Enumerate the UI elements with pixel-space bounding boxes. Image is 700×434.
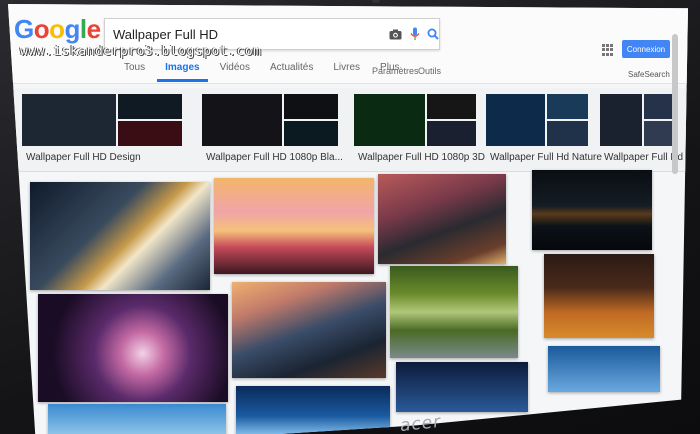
- webcam: [372, 0, 380, 3]
- tab-tous[interactable]: Tous: [116, 62, 153, 82]
- image-result-blue-sky[interactable]: [48, 404, 226, 434]
- image-result-forest-road[interactable]: [390, 266, 518, 358]
- related-search-item[interactable]: Wallpaper Full HD 1080p 3D: [354, 94, 485, 168]
- related-search-label: Wallpaper Full Hd Nature: [490, 152, 602, 163]
- related-thumbnail: [486, 94, 588, 146]
- image-result-sunset-tree[interactable]: [214, 178, 374, 274]
- image-result-night-road[interactable]: [532, 170, 652, 250]
- browser-screen: Google Tous Images Vidéos Actualités Liv…: [8, 4, 688, 434]
- related-searches-strip: Wallpaper Full HD Design Wallpaper Full …: [8, 88, 688, 172]
- camera-icon[interactable]: [387, 26, 403, 42]
- image-result-coastal-city[interactable]: [232, 282, 386, 378]
- tab-videos[interactable]: Vidéos: [212, 62, 258, 82]
- apps-grid-icon[interactable]: [602, 44, 614, 56]
- image-result-car-wheel[interactable]: [378, 174, 506, 264]
- search-icon[interactable]: [425, 26, 441, 42]
- image-result-sky-clouds[interactable]: [548, 346, 660, 392]
- tab-livres[interactable]: Livres: [325, 62, 368, 82]
- scrollbar[interactable]: [672, 34, 678, 174]
- related-search-item[interactable]: Wallpaper Full HD 1080p Bla...: [202, 94, 343, 168]
- google-logo[interactable]: Google: [14, 14, 101, 45]
- logo-letter: g: [64, 14, 81, 44]
- logo-letter: o: [33, 14, 50, 44]
- related-search-label: Wallpaper Full HD 1080p Bla...: [206, 152, 343, 163]
- related-search-item[interactable]: Wallpaper Full HD Design: [22, 94, 182, 168]
- logo-letter: G: [14, 14, 34, 44]
- acer-logo: acer: [399, 411, 443, 434]
- tab-actualites[interactable]: Actualités: [262, 62, 321, 82]
- safesearch-dropdown[interactable]: SafeSearch ▾: [628, 70, 676, 79]
- related-search-item[interactable]: Wallpaper Full Hd Cit...: [600, 94, 688, 168]
- signin-button[interactable]: Connexion: [622, 40, 670, 58]
- related-thumbnail: [22, 94, 182, 146]
- related-thumbnail: [354, 94, 476, 146]
- related-thumbnail: [202, 94, 338, 146]
- image-result-horse[interactable]: [544, 254, 654, 338]
- search-tabs: Tous Images Vidéos Actualités Livres Plu…: [116, 62, 412, 82]
- related-thumbnail: [600, 94, 674, 146]
- image-result-blue-space[interactable]: [396, 362, 528, 412]
- related-search-item[interactable]: Wallpaper Full Hd Nature: [486, 94, 602, 168]
- blog-watermark: www.iskanderpro3.blogspot.com: [20, 44, 262, 59]
- image-result-crystal-ball[interactable]: [38, 294, 228, 402]
- logo-letter: l: [79, 14, 87, 44]
- image-result-blue-car[interactable]: [236, 386, 390, 434]
- logo-letter: e: [86, 14, 101, 44]
- image-result-tiger[interactable]: [30, 182, 210, 290]
- related-search-label: Wallpaper Full HD 1080p 3D: [358, 152, 485, 163]
- tools-link[interactable]: Outils: [418, 66, 441, 76]
- microphone-icon[interactable]: [407, 26, 423, 42]
- settings-link[interactable]: Paramètres: [372, 66, 419, 76]
- related-search-label: Wallpaper Full HD Design: [26, 152, 141, 163]
- logo-letter: o: [49, 14, 65, 44]
- tab-images[interactable]: Images: [157, 62, 208, 82]
